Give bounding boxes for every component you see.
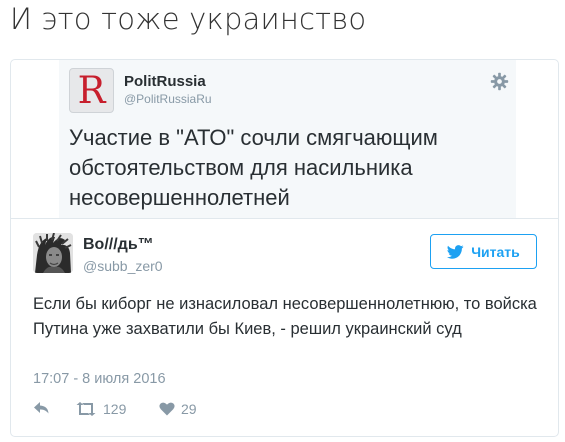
- reply-action[interactable]: [33, 401, 50, 415]
- retweet-icon: [76, 402, 96, 416]
- quoted-tweet[interactable]: R PolitRussia @PolitRussiaRu Участие в "…: [59, 60, 516, 218]
- author-handle[interactable]: @subb_zer0: [83, 258, 163, 274]
- divider: [11, 218, 558, 219]
- avatar[interactable]: [33, 233, 73, 273]
- like-action[interactable]: 29: [159, 401, 197, 417]
- reply-icon: [34, 402, 49, 414]
- logo-letter: R: [77, 69, 106, 112]
- quoted-author-handle[interactable]: @PolitRussiaRu: [124, 92, 212, 106]
- retweet-count: 129: [103, 401, 127, 417]
- tweet-text: Если бы киборг не изнасиловал несовершен…: [33, 295, 537, 338]
- quoted-author-name[interactable]: PolitRussia: [124, 73, 206, 90]
- quoted-tweet-text: Участие в "АТО" сочли смягчающим обстоят…: [69, 125, 438, 210]
- page-title: И это тоже украинство: [10, 2, 367, 36]
- like-count: 29: [181, 401, 197, 417]
- follow-button-label: Читать: [471, 243, 520, 260]
- tweet-card: R PolitRussia @PolitRussiaRu Участие в "…: [10, 59, 559, 437]
- follow-button[interactable]: Читать: [430, 234, 537, 269]
- gear-icon[interactable]: [490, 72, 509, 91]
- twitter-bird-icon: [447, 244, 464, 259]
- tweet-timestamp[interactable]: 17:07 - 8 июля 2016: [33, 371, 166, 387]
- politrussia-logo[interactable]: R: [69, 68, 114, 113]
- retweet-action[interactable]: 129: [75, 401, 126, 417]
- heart-icon: [159, 402, 175, 416]
- author-name[interactable]: Во///дь™: [83, 236, 154, 254]
